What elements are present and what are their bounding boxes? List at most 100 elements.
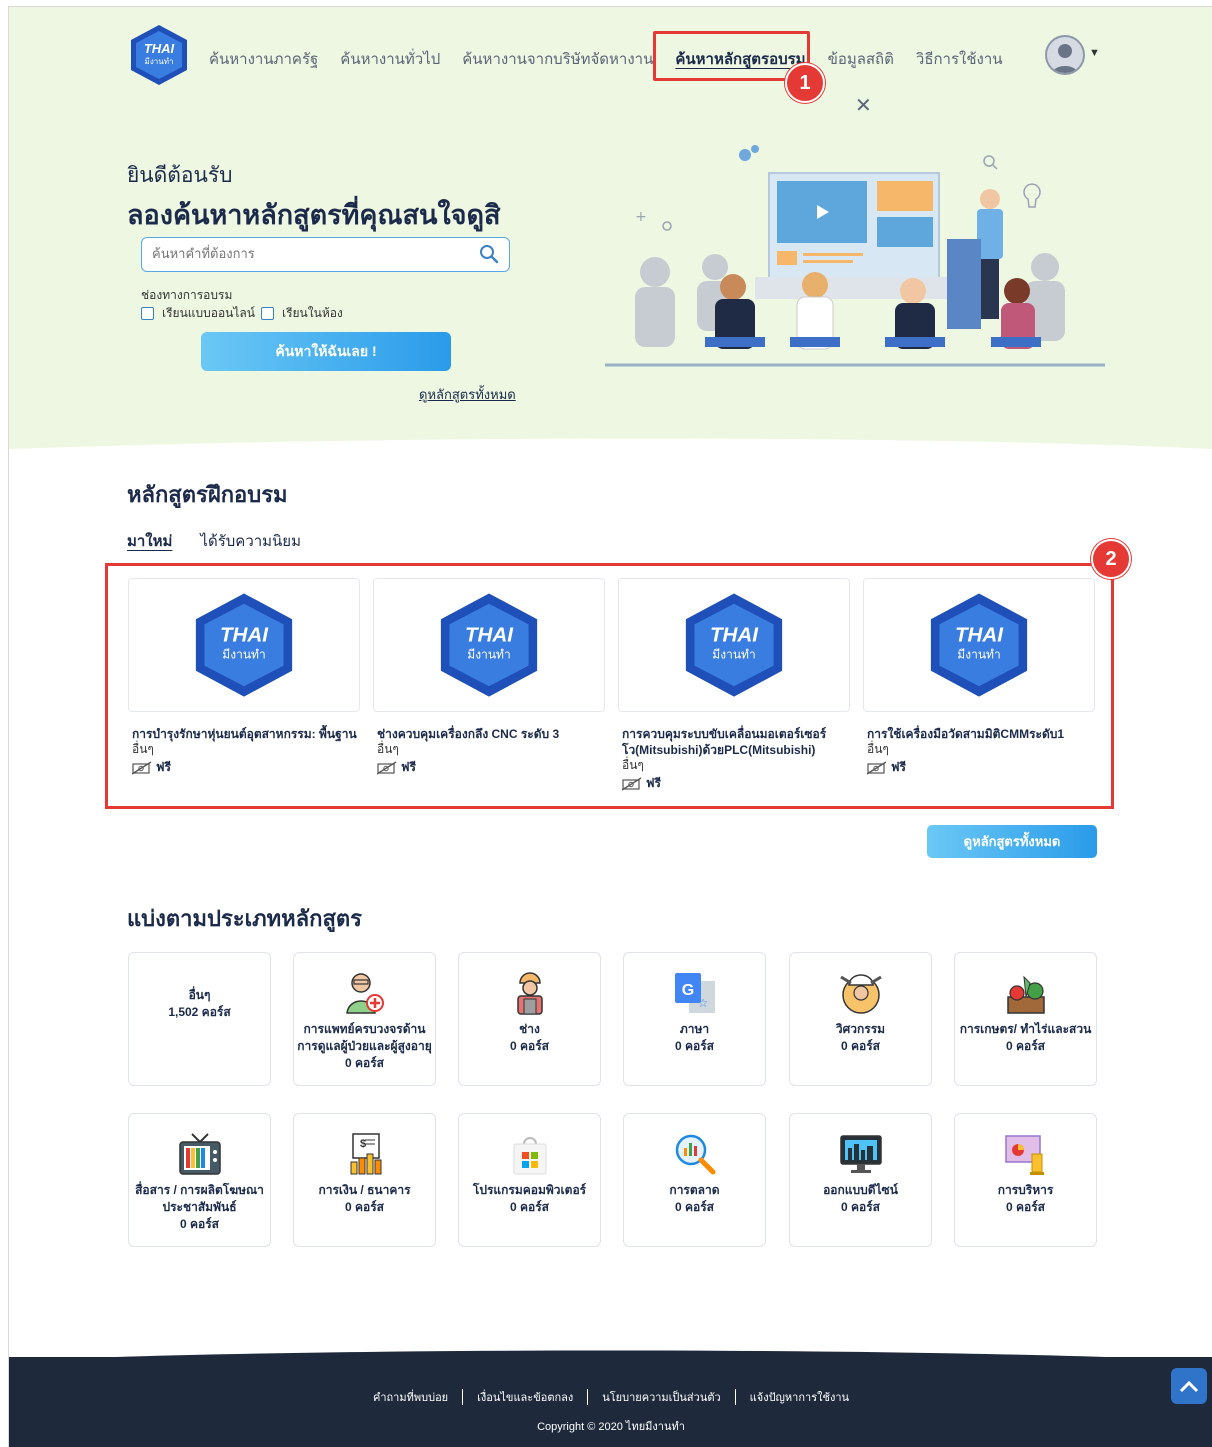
step-marker-1: 1 (785, 63, 825, 103)
course-category: อื่นๆ (622, 758, 644, 772)
svg-text:THAI: THAI (220, 624, 269, 647)
category-card-language[interactable]: G ☆ ภาษา 0 คอร์ส (623, 952, 766, 1086)
search-input[interactable] (142, 238, 462, 269)
category-name: การตลาด (669, 1183, 720, 1197)
category-name: ออกแบบดีไซน์ (823, 1183, 898, 1197)
thai-logo[interactable]: THAI มีงานทำ (127, 23, 191, 87)
course-card[interactable]: THAI มีงานทำ ช่างควบคุมเครื่องกลึง CNC ร… (373, 578, 605, 777)
category-card-technician[interactable]: ช่าง 0 คอร์ส (458, 952, 601, 1086)
svg-text:THAI: THAI (955, 624, 1004, 647)
svg-text:มีงานทำ: มีงานทำ (467, 648, 510, 662)
category-card-media[interactable]: สื่อสาร / การผลิตโฆษณา ประชาสัมพันธ์ 0 ค… (128, 1113, 271, 1247)
view-all-courses-button[interactable]: ดูหลักสูตรทั้งหมด (927, 825, 1097, 858)
nav-general-jobs[interactable]: ค้นหางานทั่วไป (340, 47, 440, 71)
tab-popular[interactable]: ได้รับความนิยม (200, 529, 301, 553)
scroll-to-top-button[interactable] (1171, 1368, 1207, 1404)
course-price: ฟรี (132, 758, 360, 777)
course-price-text: ฟรี (646, 776, 661, 790)
category-count: 0 คอร์ส (674, 1200, 714, 1214)
course-title[interactable]: การควบคุมระบบขับเคลื่อนมอเตอร์เซอร์โว(Mi… (622, 726, 850, 758)
analytics-icon (675, 1134, 715, 1175)
avatar[interactable] (1045, 35, 1085, 75)
step-marker-2: 2 (1091, 539, 1131, 579)
nav-agency-jobs[interactable]: ค้นหางานจากบริษัทจัดหางาน (462, 47, 653, 71)
search-icon[interactable] (479, 244, 499, 264)
category-card-other[interactable]: อื่นๆ 1,502 คอร์ส (128, 952, 271, 1086)
vegetables-icon (1006, 975, 1045, 1014)
category-card-agriculture[interactable]: การเกษตร/ ทำไร่และสวน 0 คอร์ส (954, 952, 1097, 1086)
category-name: ช่าง (519, 1022, 540, 1036)
category-count: 0 คอร์ส (840, 1039, 880, 1053)
course-thumbnail[interactable]: THAI มีงานทำ (618, 578, 850, 712)
course-thumbnail[interactable]: THAI มีงานทำ (128, 578, 360, 712)
footer-link-privacy[interactable]: นโยบายความเป็นส่วนตัว (602, 1388, 720, 1406)
nav-gov-jobs[interactable]: ค้นหางานภาครัฐ (209, 47, 318, 71)
top-nav: ค้นหางานภาครัฐ ค้นหางานทั่วไป ค้นหางานจา… (209, 47, 1025, 71)
svg-text:มีงานทำ: มีงานทำ (957, 648, 1000, 662)
caregiver-icon (345, 973, 384, 1014)
course-title[interactable]: การบำรุงรักษาหุ่นยนต์อุตสาหกรรม: พื้นฐาน (132, 726, 360, 742)
svg-text:☆: ☆ (697, 996, 708, 1010)
close-icon[interactable]: ✕ (855, 93, 872, 118)
view-all-courses-link[interactable]: ดูหลักสูตรทั้งหมด (419, 384, 516, 405)
engineer-icon (839, 974, 882, 1014)
thai-logo-icon: THAI มีงานทำ (685, 593, 783, 697)
tab-new[interactable]: มาใหม่ (127, 529, 172, 553)
categories-section-title: แบ่งตามประเภทหลักสูตร (127, 906, 362, 931)
money-icon (867, 760, 887, 775)
category-card-finance[interactable]: $ การเงิน / ธนาคาร 0 คอร์ส (293, 1113, 436, 1247)
course-price: ฟรี (377, 758, 605, 777)
logo-text: THAI (144, 41, 175, 56)
category-card-programming[interactable]: โปรแกรมคอมพิวเตอร์ 0 คอร์ส (458, 1113, 601, 1247)
channel-options: เรียนแบบออนไลน์ เรียนในห้อง (141, 304, 349, 323)
caret-down-icon[interactable]: ▼ (1089, 47, 1100, 59)
svg-text:มีงานทำ: มีงานทำ (712, 648, 755, 662)
category-card-medical[interactable]: การแพทย์ครบวงจรด้านการดูแลผู้ป่วยและผู้ส… (293, 952, 436, 1086)
footer-link-terms[interactable]: เงื่อนไขและข้อตกลง (477, 1388, 573, 1406)
search-field[interactable] (141, 237, 510, 272)
category-count: 0 คอร์ส (344, 1056, 384, 1070)
course-card[interactable]: THAI มีงานทำ การควบคุมระบบขับเคลื่อนมอเต… (618, 578, 850, 793)
svg-text:มีงานทำ: มีงานทำ (222, 648, 265, 662)
footer-divider (734, 1389, 736, 1405)
translate-icon: G ☆ (674, 973, 715, 1013)
courses-section-title: หลักสูตรฝึกอบรม (127, 482, 288, 507)
svg-text:THAI: THAI (710, 624, 759, 647)
course-title[interactable]: ช่างควบคุมเครื่องกลึง CNC ระดับ 3 (377, 726, 605, 742)
svg-text:G: G (681, 982, 693, 999)
course-card[interactable]: THAI มีงานทำ การใช้เครื่องมือวัดสามมิติC… (863, 578, 1095, 777)
course-price: ฟรี (867, 758, 1095, 777)
course-price-text: ฟรี (891, 760, 906, 774)
page: THAI มีงานทำ ค้นหางานภาครัฐ ค้นหางานทั่ว… (8, 6, 1212, 1447)
online-checkbox[interactable] (141, 307, 154, 320)
category-card-design[interactable]: ออกแบบดีไซน์ 0 คอร์ส (789, 1113, 932, 1247)
course-title[interactable]: การใช้เครื่องมือวัดสามมิติCMMระดับ1 (867, 726, 1095, 742)
category-name: สื่อสาร / การผลิตโฆษณา ประชาสัมพันธ์ (135, 1183, 264, 1214)
category-card-marketing[interactable]: การตลาด 0 คอร์ส (623, 1113, 766, 1247)
classroom-checkbox[interactable] (260, 307, 274, 320)
course-price: ฟรี (622, 774, 850, 793)
svg-text:THAI: THAI (465, 624, 514, 647)
category-count: 0 คอร์ส (179, 1217, 219, 1231)
online-label: เรียนแบบออนไลน์ (162, 306, 255, 320)
nav-how-to[interactable]: วิธีการใช้งาน (916, 47, 1003, 71)
hero-title: ลองค้นหาหลักสูตรที่คุณสนใจดูสิ (127, 200, 501, 230)
thai-logo-icon: THAI มีงานทำ (195, 593, 293, 697)
category-card-engineering[interactable]: วิศวกรรม 0 คอร์ส (789, 952, 932, 1086)
course-thumbnail[interactable]: THAI มีงานทำ (863, 578, 1095, 712)
tv-icon (178, 1133, 221, 1175)
footer-divider (587, 1389, 589, 1405)
svg-text:+: + (635, 209, 647, 225)
course-thumbnail[interactable]: THAI มีงานทำ (373, 578, 605, 712)
footer-link-report[interactable]: แจ้งปัญหาการใช้งาน (750, 1388, 849, 1406)
category-card-management[interactable]: การบริหาร 0 คอร์ส (954, 1113, 1097, 1247)
category-name: การบริหาร (997, 1183, 1054, 1197)
technician-icon (516, 972, 543, 1015)
strategy-icon (1004, 1135, 1044, 1175)
category-name: อื่นๆ (188, 988, 211, 1002)
search-button[interactable]: ค้นหาให้ฉันเลย ! (201, 332, 451, 371)
course-card[interactable]: THAI มีงานทำ การบำรุงรักษาหุ่นยนต์อุตสาห… (128, 578, 360, 777)
nav-statistics[interactable]: ข้อมูลสถิติ (828, 47, 894, 71)
thai-logo-icon: THAI มีงานทำ (440, 593, 538, 697)
footer-link-faq[interactable]: คำถามที่พบบ่อย (373, 1388, 448, 1406)
